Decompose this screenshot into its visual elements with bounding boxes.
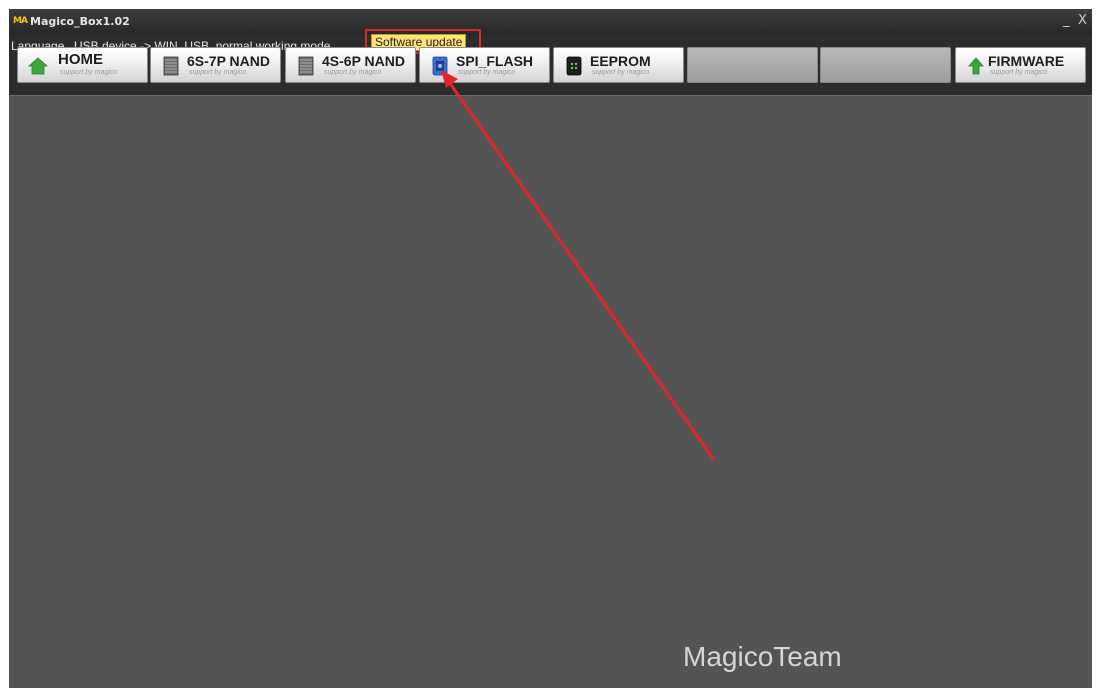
empty-tool-slot [820,47,951,83]
firmware-label: FIRMWARE [988,53,1065,69]
upload-arrow-icon [968,57,984,75]
eeprom-label: EEPROM [590,53,651,69]
spi-flash-label: SPI_FLASH [456,53,534,69]
title-bar[interactable]: MA Magico_Box1.02 _ X [9,9,1092,35]
eeprom-icon [566,56,582,76]
6s-7p-nand-button[interactable]: 6S-7P NAND support by magico [150,47,281,83]
minimize-button[interactable]: _ [1063,13,1070,29]
4s-6p-nand-button[interactable]: 4S-6P NAND support by magico [285,47,416,83]
home-button[interactable]: HOME support by magico [17,47,148,83]
flash-chip-icon [432,56,448,76]
home-button-sub: support by magico [60,69,118,76]
spi-flash-sub: support by magico [458,69,516,76]
main-workspace [9,95,1092,688]
4s-6p-nand-sub: support by magico [324,69,382,76]
eeprom-button[interactable]: EEPROM support by magico [553,47,684,83]
empty-tool-slot [687,47,818,83]
chip-icon [163,56,179,76]
home-button-label: HOME [58,51,103,68]
chip-icon [298,56,314,76]
window-title: Magico_Box1.02 [30,15,130,28]
6s-7p-nand-sub: support by magico [189,69,247,76]
app-logo-icon: MA [13,16,28,26]
spi-flash-button[interactable]: SPI_FLASH support by magico [419,47,550,83]
eeprom-sub: support by magico [592,69,650,76]
6s-7p-nand-label: 6S-7P NAND [187,53,270,69]
4s-6p-nand-label: 4S-6P NAND [322,53,405,69]
firmware-button[interactable]: FIRMWARE support by magico [955,47,1086,83]
firmware-sub: support by magico [990,69,1048,76]
watermark-text: MagicoTeam [683,641,842,672]
close-button[interactable]: X [1078,13,1087,29]
home-icon [28,57,48,75]
